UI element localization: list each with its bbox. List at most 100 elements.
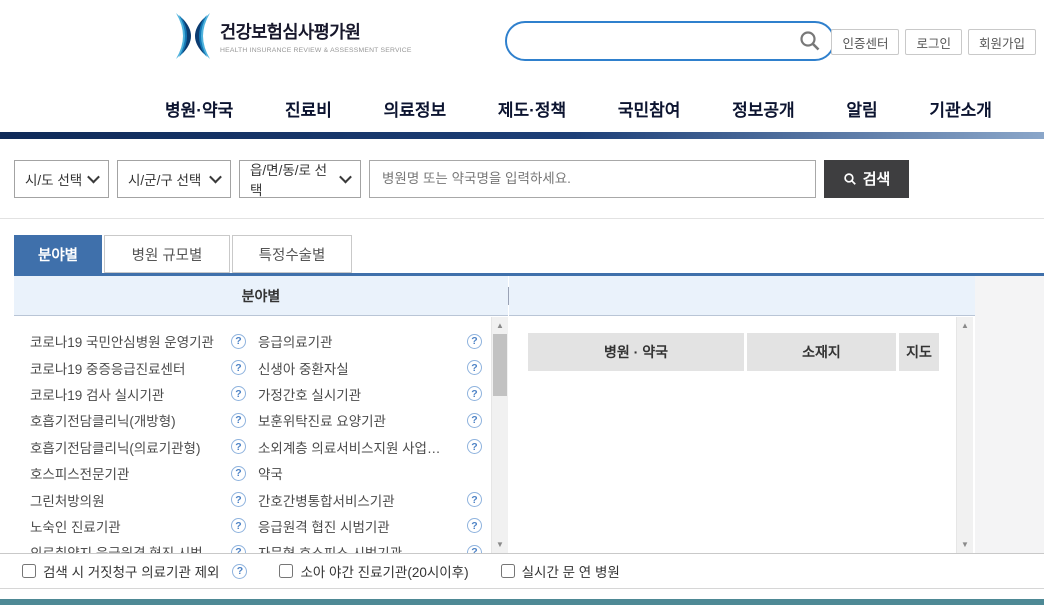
category-item-label: 자문형 호스피스 시범기관	[258, 542, 402, 553]
sigungu-select-label: 시/군/구 선택	[128, 169, 201, 189]
help-icon[interactable]: ?	[231, 545, 246, 553]
help-icon[interactable]: ?	[232, 564, 247, 579]
utility-button[interactable]: 로그인	[905, 29, 962, 55]
nav-item[interactable]: 국민참여	[618, 96, 681, 121]
category-column-1: 코로나19 국민안심병원 운영기관 ? 코로나19 중증응급진료센터 ? 코로나…	[30, 328, 246, 553]
site-title: 건강보험심사평가원	[220, 19, 412, 44]
nav-item[interactable]: 진료비	[285, 96, 332, 121]
category-item[interactable]: 자문형 호스피스 시범기관 ?	[258, 539, 482, 553]
help-icon[interactable]: ?	[467, 334, 482, 349]
help-icon[interactable]: ?	[467, 386, 482, 401]
category-item[interactable]: 소외계층 의료서비스지원 사업… ?	[258, 434, 482, 460]
nav-item[interactable]: 병원·약국	[165, 96, 233, 121]
sigungu-select[interactable]: 시/군/구 선택	[117, 160, 231, 198]
category-item[interactable]: 코로나19 검사 실시기관 ?	[30, 381, 246, 407]
utility-buttons: 인증센터 로그인 회원가입	[831, 29, 1036, 55]
nav-item[interactable]: 제도·정책	[498, 96, 566, 121]
footer-filter-bar: 검색 시 거짓청구 의료기관 제외 ? 소아 야간 진료기관(20시이후) ? …	[0, 553, 1044, 589]
scrollbar-thumb[interactable]	[493, 334, 507, 396]
content-area: 분야별 코로나19 국민안심병원 운영기관 ? 코로나19 중증응급진료센터	[14, 276, 1044, 553]
category-item[interactable]: 가정간호 실시기관 ?	[258, 381, 482, 407]
category-list-panel: 코로나19 국민안심병원 운영기관 ? 코로나19 중증응급진료센터 ? 코로나…	[14, 317, 508, 553]
category-panel-header: 분야별	[14, 276, 508, 316]
tab-by-hospital-size[interactable]: 병원 규모별	[104, 235, 230, 273]
help-icon[interactable]: ?	[467, 492, 482, 507]
category-item[interactable]: 약국 ?	[258, 460, 482, 486]
help-icon[interactable]: ?	[467, 413, 482, 428]
footer-filter-option[interactable]: 검색 시 거짓청구 의료기관 제외 ?	[22, 561, 247, 581]
category-item[interactable]: 호흡기전담클리닉(의료기관형) ?	[30, 434, 246, 460]
help-icon[interactable]: ?	[467, 360, 482, 375]
help-icon[interactable]: ?	[231, 439, 246, 454]
column-map: 지도	[899, 333, 939, 371]
help-icon[interactable]: ?	[231, 334, 246, 349]
category-item-label: 코로나19 중증응급진료센터	[30, 358, 185, 378]
panel-header-divider	[508, 287, 509, 305]
category-item[interactable]: 의료취약지 응급원격 협진 시범 ?	[30, 539, 246, 553]
category-item[interactable]: 응급원격 협진 시범기관 ?	[258, 513, 482, 539]
category-scrollbar[interactable]: ▲ ▼	[491, 317, 508, 553]
footer-filter-option[interactable]: 소아 야간 진료기관(20시이후) ?	[279, 561, 468, 581]
scroll-down-icon[interactable]: ▼	[957, 537, 973, 552]
help-icon[interactable]: ?	[231, 492, 246, 507]
nav-item[interactable]: 의료정보	[384, 96, 447, 121]
category-item[interactable]: 호스피스전문기관 ?	[30, 460, 246, 486]
category-column-2: 응급의료기관 ? 신생아 중환자실 ? 가정간호 실시기관 ?	[258, 328, 482, 553]
keyword-input[interactable]	[369, 160, 816, 198]
column-hospital-pharmacy: 병원 · 약국	[528, 333, 744, 371]
help-icon[interactable]: ?	[467, 439, 482, 454]
results-panel: 병원 · 약국 소재지 지도 ▲ ▼	[509, 317, 975, 553]
nav-item[interactable]: 기관소개	[929, 96, 992, 121]
search-icon[interactable]	[798, 29, 822, 53]
checkbox-label: 소아 야간 진료기관(20시이후)	[300, 561, 468, 581]
results-scrollbar[interactable]: ▲ ▼	[956, 317, 973, 553]
scroll-up-icon[interactable]: ▲	[492, 318, 508, 333]
global-search[interactable]	[505, 21, 835, 61]
utility-button[interactable]: 회원가입	[968, 29, 1036, 55]
tab-by-field[interactable]: 분야별	[14, 235, 102, 273]
help-icon[interactable]: ?	[467, 545, 482, 553]
utility-button[interactable]: 인증센터	[831, 29, 899, 55]
nav-item[interactable]: 알림	[846, 96, 877, 121]
help-icon[interactable]: ?	[231, 413, 246, 428]
scroll-down-icon[interactable]: ▼	[492, 537, 508, 552]
global-search-input[interactable]	[523, 26, 787, 56]
category-panel-title: 분야별	[242, 286, 281, 306]
category-item[interactable]: 그린처방의원 ?	[30, 486, 246, 512]
help-icon[interactable]: ?	[231, 466, 246, 481]
category-item[interactable]: 신생아 중환자실 ?	[258, 354, 482, 380]
chevron-down-icon	[209, 171, 222, 184]
category-item[interactable]: 코로나19 중증응급진료센터 ?	[30, 354, 246, 380]
category-item[interactable]: 응급의료기관 ?	[258, 328, 482, 354]
checkbox[interactable]	[279, 564, 293, 578]
help-icon[interactable]: ?	[467, 518, 482, 533]
nav-item[interactable]: 정보공개	[732, 96, 795, 121]
dong-select-label: 읍/면/동/로 선택	[250, 159, 335, 199]
checkbox[interactable]	[22, 564, 36, 578]
results-panel-header	[509, 276, 975, 316]
sido-select-label: 시/도 선택	[25, 169, 82, 189]
logo[interactable]: 건강보험심사평가원 HEALTH INSURANCE REVIEW & ASSE…	[174, 13, 412, 59]
help-icon[interactable]: ?	[231, 518, 246, 533]
sido-select[interactable]: 시/도 선택	[14, 160, 109, 198]
category-item-label: 코로나19 국민안심병원 운영기관	[30, 331, 214, 351]
search-button[interactable]: 검색	[824, 160, 909, 198]
help-icon[interactable]: ?	[231, 360, 246, 375]
checkbox-label: 실시간 문 연 병원	[522, 561, 620, 581]
category-item[interactable]: 간호간병통합서비스기관 ?	[258, 486, 482, 512]
scroll-up-icon[interactable]: ▲	[957, 318, 973, 333]
category-item[interactable]: 노숙인 진료기관 ?	[30, 513, 246, 539]
column-location: 소재지	[747, 333, 896, 371]
category-item[interactable]: 코로나19 국민안심병원 운영기관 ?	[30, 328, 246, 354]
checkbox[interactable]	[501, 564, 515, 578]
hira-logo-icon	[174, 13, 212, 59]
footer-filter-option[interactable]: 실시간 문 연 병원 ?	[501, 561, 620, 581]
category-item[interactable]: 호흡기전담클리닉(개방형) ?	[30, 407, 246, 433]
help-icon[interactable]: ?	[231, 386, 246, 401]
category-item[interactable]: 보훈위탁진료 요양기관 ?	[258, 407, 482, 433]
dong-select[interactable]: 읍/면/동/로 선택	[239, 160, 361, 198]
tab-by-surgery[interactable]: 특정수술별	[232, 235, 352, 273]
site-subtitle: HEALTH INSURANCE REVIEW & ASSESSMENT SER…	[220, 47, 412, 54]
category-item-label: 그린처방의원	[30, 490, 105, 510]
page: 건강보험심사평가원 HEALTH INSURANCE REVIEW & ASSE…	[0, 0, 1044, 610]
